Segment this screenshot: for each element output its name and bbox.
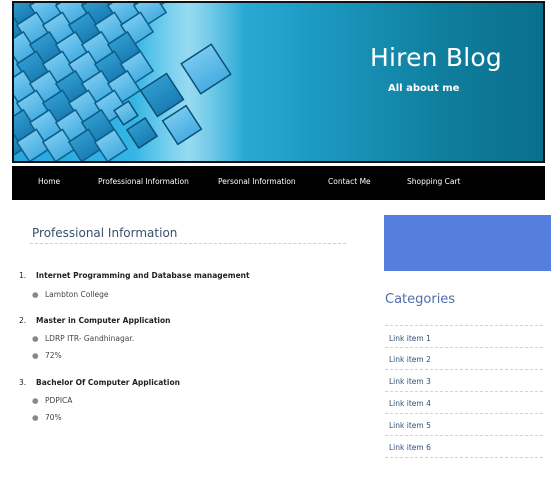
site-tagline: All about me (388, 83, 460, 94)
education-detail: ● PDPICA (32, 396, 72, 405)
education-detail: ● LDRP ITR- Gandhinagar. (32, 334, 134, 343)
link-divider (385, 369, 543, 370)
categories-heading: Categories (385, 292, 456, 307)
education-title-text: Master in Computer Application (36, 316, 171, 325)
detail-text: LDRP ITR- Gandhinagar. (45, 334, 135, 343)
list-number: 1. (19, 271, 27, 280)
education-detail: ● Lambton College (32, 290, 109, 299)
education-item-title: 2. Master in Computer Application (19, 316, 171, 325)
link-divider (385, 435, 543, 436)
heading-divider (30, 243, 346, 244)
education-item-title: 1. Internet Programming and Database mana… (19, 271, 250, 280)
education-title-text: Internet Programming and Database manage… (36, 271, 250, 280)
sidebar-banner-box (384, 215, 551, 271)
bullet-icon: ● (32, 413, 39, 422)
detail-text: PDPICA (45, 396, 73, 405)
education-title-text: Bachelor Of Computer Application (36, 378, 180, 387)
nav-personal-information[interactable]: Personal Information (218, 177, 296, 186)
link-divider (385, 391, 543, 392)
category-link-4[interactable]: Link item 4 (389, 399, 431, 408)
category-link-1[interactable]: Link item 1 (389, 334, 431, 343)
education-item-title: 3. Bachelor Of Computer Application (19, 378, 180, 387)
bullet-icon: ● (32, 290, 39, 299)
education-detail: ● 70% (32, 413, 62, 422)
site-header-banner: Hiren Blog All about me (12, 1, 545, 163)
bullet-icon: ● (32, 334, 39, 343)
list-number: 3. (19, 378, 27, 387)
nav-shopping-cart[interactable]: Shopping Cart (407, 177, 460, 186)
list-number: 2. (19, 316, 27, 325)
link-divider (385, 457, 543, 458)
detail-text: 72% (45, 351, 62, 360)
mosaic-tiles-graphic (14, 3, 244, 161)
bullet-icon: ● (32, 396, 39, 405)
main-nav-bar: Home Professional Information Personal I… (12, 166, 545, 200)
nav-contact-me[interactable]: Contact Me (328, 177, 371, 186)
category-link-5[interactable]: Link item 5 (389, 421, 431, 430)
link-divider (385, 347, 543, 348)
link-divider (385, 413, 543, 414)
bullet-icon: ● (32, 351, 39, 360)
detail-text: 70% (45, 413, 62, 422)
link-divider (385, 325, 543, 326)
nav-professional-information[interactable]: Professional Information (98, 177, 189, 186)
nav-home[interactable]: Home (38, 177, 60, 186)
page-title: Professional Information (32, 226, 178, 240)
category-link-6[interactable]: Link item 6 (389, 443, 431, 452)
category-link-2[interactable]: Link item 2 (389, 355, 431, 364)
detail-text: Lambton College (45, 290, 109, 299)
category-link-3[interactable]: Link item 3 (389, 377, 431, 386)
education-detail: ● 72% (32, 351, 62, 360)
site-title: Hiren Blog (370, 43, 502, 72)
